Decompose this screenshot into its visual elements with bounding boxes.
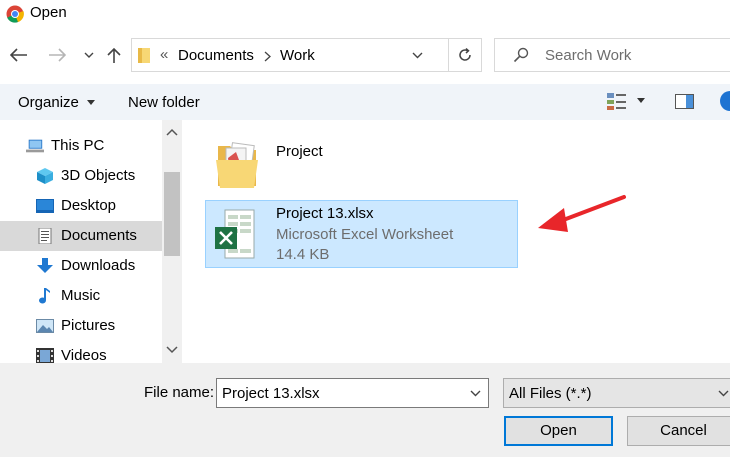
document-icon	[38, 228, 52, 244]
file-type: Microsoft Excel Worksheet	[276, 226, 454, 243]
sidebar-item-pictures[interactable]: Pictures	[0, 311, 162, 341]
sidebar-item-documents[interactable]: Documents	[0, 221, 162, 251]
sidebar-item-label: Pictures	[61, 317, 116, 334]
sidebar-item-label: This PC	[51, 137, 105, 154]
title-bar: Open	[0, 0, 730, 28]
sidebar-item-label: Downloads	[61, 257, 136, 274]
folder-name: Project	[276, 143, 323, 160]
chevron-down-icon[interactable]	[718, 390, 729, 397]
film-icon	[36, 348, 54, 364]
sidebar-item-label: Desktop	[61, 197, 117, 214]
list-item-folder[interactable]: Project	[210, 132, 510, 194]
organize-label: Organize	[18, 94, 79, 111]
file-name: Project 13.xlsx	[276, 205, 374, 222]
red-arrow-annotation	[538, 195, 626, 232]
breadcrumb-documents[interactable]: Documents	[178, 47, 254, 64]
file-name-value: Project 13.xlsx	[222, 385, 320, 402]
list-item-file-selected[interactable]: Project 13.xlsx Microsoft Excel Workshee…	[205, 200, 518, 268]
forward-arrow-icon[interactable]	[48, 48, 66, 62]
address-dropdown-icon[interactable]	[412, 52, 423, 59]
dialog-footer: File name: Project 13.xlsx All Files (*.…	[0, 363, 730, 457]
view-caret-icon[interactable]	[637, 98, 645, 103]
back-arrow-icon[interactable]	[10, 48, 28, 62]
organize-menu[interactable]: Organize	[18, 94, 96, 111]
open-button[interactable]: Open	[504, 416, 613, 446]
breadcrumb-overflow[interactable]: «	[160, 46, 168, 63]
breadcrumb-work[interactable]: Work	[280, 47, 315, 64]
excel-icon	[215, 209, 255, 259]
preview-pane-icon[interactable]	[675, 94, 694, 109]
scroll-up-icon[interactable]	[166, 128, 178, 136]
cancel-button[interactable]: Cancel	[627, 416, 730, 446]
help-icon[interactable]	[720, 91, 730, 111]
view-options-icon[interactable]	[607, 93, 627, 110]
scroll-thumb[interactable]	[164, 172, 180, 256]
file-type-select[interactable]: All Files (*.*)	[503, 378, 730, 408]
file-size: 14.4 KB	[276, 246, 330, 263]
scroll-down-icon[interactable]	[166, 346, 178, 354]
chevron-right-icon	[264, 51, 271, 62]
refresh-icon	[459, 47, 471, 61]
address-bar[interactable]: « Documents Work	[131, 38, 449, 72]
toolbar: Organize New folder	[0, 84, 730, 120]
window-title: Open	[30, 4, 67, 21]
sidebar-item-label: 3D Objects	[61, 167, 136, 184]
chevron-down-icon[interactable]	[470, 390, 481, 397]
navigation-scrollbar[interactable]	[162, 120, 182, 363]
refresh-button[interactable]	[448, 38, 482, 72]
search-icon	[513, 47, 529, 63]
download-arrow-icon	[37, 258, 53, 273]
folder-small-icon	[138, 48, 150, 63]
cube-icon	[37, 168, 53, 184]
navigation-pane: This PC 3D Objects Desktop Documents Dow…	[0, 120, 182, 364]
chevron-down-icon[interactable]	[84, 52, 94, 59]
file-name-input[interactable]: Project 13.xlsx	[216, 378, 489, 408]
sidebar-item-3d-objects[interactable]: 3D Objects	[0, 161, 162, 191]
up-arrow-icon[interactable]	[107, 47, 121, 64]
sidebar-item-downloads[interactable]: Downloads	[0, 251, 162, 281]
sidebar-item-this-pc[interactable]: This PC	[0, 131, 162, 161]
search-placeholder: Search Work	[545, 47, 632, 64]
search-box[interactable]: Search Work	[494, 38, 730, 72]
file-list: Project Project 13.xlsx Microsoft Excel …	[184, 120, 730, 363]
file-name-label: File name:	[144, 384, 215, 401]
chrome-icon	[6, 5, 24, 23]
desktop-icon	[36, 199, 54, 213]
picture-icon	[36, 319, 54, 333]
computer-icon	[26, 139, 44, 153]
music-note-icon	[39, 288, 50, 304]
sidebar-item-desktop[interactable]: Desktop	[0, 191, 162, 221]
sidebar-item-label: Music	[61, 287, 101, 304]
sidebar-item-label: Videos	[61, 347, 107, 364]
file-type-filter: All Files (*.*)	[509, 385, 592, 402]
new-folder-button[interactable]: New folder	[128, 94, 200, 111]
caret-down-icon	[87, 100, 96, 105]
sidebar-item-music[interactable]: Music	[0, 281, 162, 311]
sidebar-item-label: Documents	[61, 227, 137, 244]
folder-icon	[216, 142, 258, 188]
